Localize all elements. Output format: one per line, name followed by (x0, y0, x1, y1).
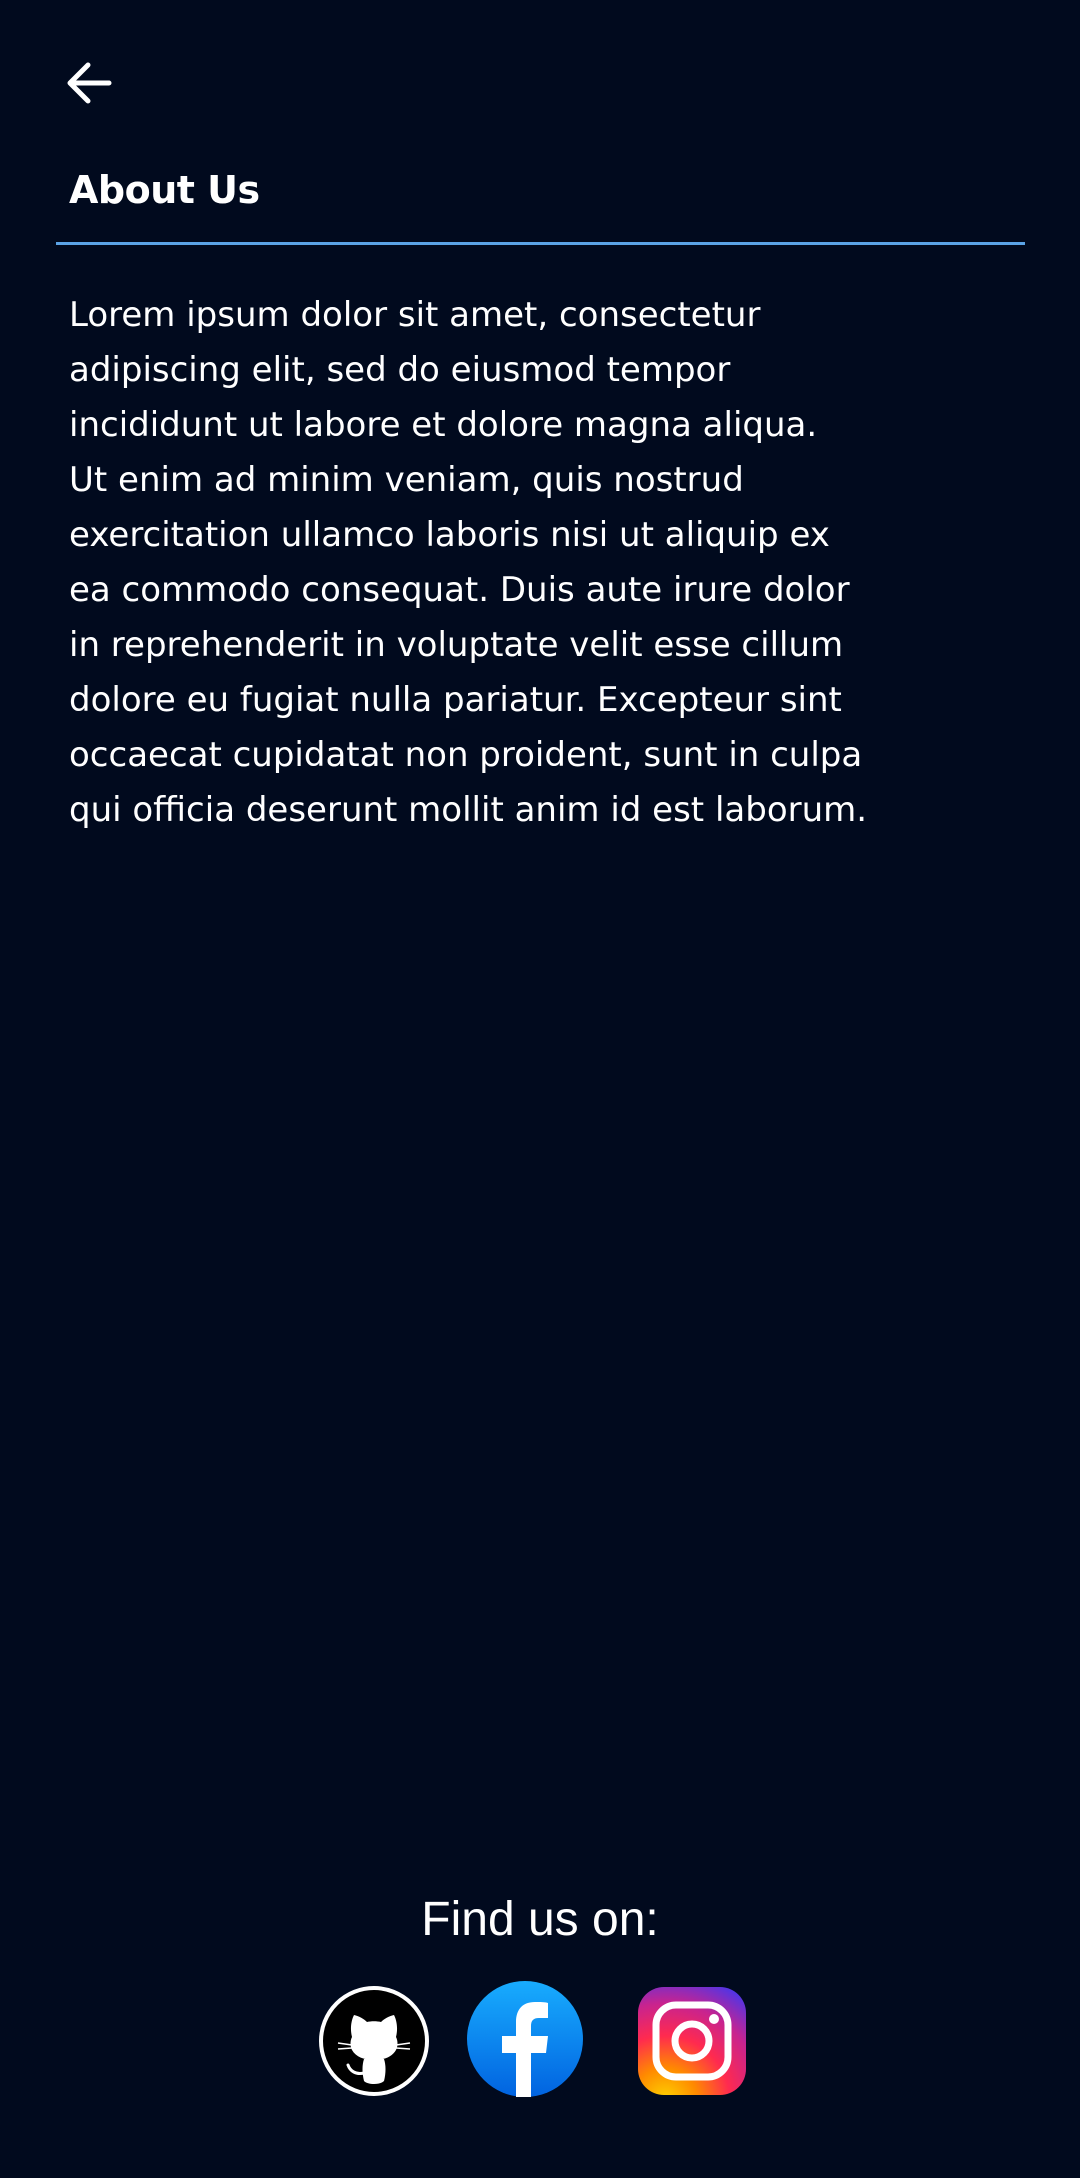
about-text-line: exercitation ullamco laboris nisi ut ali… (69, 515, 830, 555)
facebook-icon (467, 1981, 583, 2097)
about-text: Lorem ipsum dolor sit amet, consectetur … (69, 288, 1009, 838)
about-text-line: dolore eu fugiat nulla pariatur. Excepte… (69, 680, 842, 720)
about-text-line: qui officia deserunt mollit anim id est … (69, 790, 868, 830)
about-text-line: Lorem ipsum dolor sit amet, consectetur (69, 295, 761, 335)
about-text-line: incididunt ut labore et dolore magna ali… (69, 405, 818, 445)
instagram-link[interactable] (638, 1987, 746, 2095)
arrow-left-icon (63, 61, 113, 109)
page-title: About Us (69, 168, 260, 212)
back-button[interactable] (56, 58, 120, 112)
about-text-line: Ut enim ad minim veniam, quis nostrud (69, 460, 744, 500)
about-text-line: in reprehenderit in voluptate velit esse… (69, 625, 844, 665)
about-text-line: occaecat cupidatat non proident, sunt in… (69, 735, 863, 775)
facebook-link[interactable] (467, 1981, 583, 2097)
social-links (0, 1981, 1080, 2101)
about-text-line: ea commodo consequat. Duis aute irure do… (69, 570, 850, 610)
github-link[interactable] (318, 1985, 430, 2097)
about-text-line: adipiscing elit, sed do eiusmod tempor (69, 350, 731, 390)
github-icon (318, 1985, 430, 2097)
footer: Find us on: (0, 1885, 1080, 2101)
instagram-icon (638, 1987, 746, 2095)
find-us-label: Find us on: (421, 1893, 659, 1946)
title-divider (56, 242, 1025, 245)
